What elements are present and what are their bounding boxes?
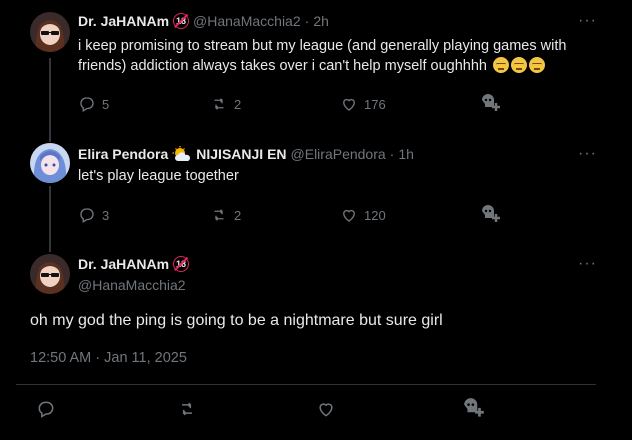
display-name[interactable]: Dr. JaHANAm — [78, 13, 169, 29]
relieved-face-emoji-icon — [511, 57, 528, 73]
focused-tweet-text: oh my god the ping is going to be a nigh… — [30, 312, 443, 329]
heart-icon — [319, 403, 333, 417]
like-count: 120 — [364, 207, 386, 223]
reply-icon — [80, 97, 94, 112]
more-options-icon[interactable]: ··· — [578, 145, 597, 163]
repost-icon — [214, 209, 224, 221]
like-button[interactable]: 120 — [340, 206, 480, 224]
grok-icon — [482, 94, 500, 111]
heart-icon — [343, 98, 355, 111]
avatar[interactable] — [30, 12, 70, 52]
post-time[interactable]: 2h — [313, 13, 329, 29]
more-options-icon[interactable]: ··· — [578, 255, 597, 273]
tweet-text: let's play league together — [78, 168, 239, 184]
tweet-text: i keep promising to stream but my league… — [78, 36, 598, 76]
tweet-actions: 5 2 176 — [78, 94, 508, 114]
age-18-badge-icon: 18 — [173, 13, 190, 29]
repost-icon — [182, 402, 192, 416]
relieved-face-emoji-icon — [529, 57, 546, 73]
reply-button[interactable]: 5 — [78, 95, 210, 113]
relieved-face-emoji-icon — [493, 57, 510, 73]
heart-icon — [343, 209, 355, 222]
sun-behind-cloud-icon — [172, 146, 191, 161]
repost-icon — [214, 98, 224, 110]
tweet-header: Dr. JaHANAm 18 — [78, 256, 190, 272]
handle[interactable]: @EliraPendora — [291, 146, 386, 162]
avatar[interactable] — [30, 143, 70, 183]
reply-count: 5 — [102, 96, 110, 112]
reply-count: 3 — [102, 207, 110, 223]
reply-icon — [80, 208, 94, 223]
repost-count: 2 — [234, 207, 242, 223]
display-name[interactable]: Elira Pendora — [78, 146, 168, 162]
grok-button[interactable] — [480, 205, 502, 225]
like-count: 176 — [364, 96, 386, 112]
reply-button[interactable]: 3 — [78, 206, 210, 224]
handle[interactable]: @HanaMacchia2 — [78, 277, 186, 293]
more-options-icon[interactable]: ··· — [578, 12, 597, 30]
divider — [16, 384, 596, 385]
grok-icon — [464, 398, 484, 417]
thread-line — [49, 186, 51, 252]
reply-icon — [38, 401, 54, 418]
handle-row: @HanaMacchia2 — [78, 277, 186, 293]
tweet-actions: 3 2 120 — [78, 205, 508, 225]
display-name[interactable]: Dr. JaHANAm — [78, 256, 169, 272]
grok-button[interactable] — [480, 94, 502, 114]
like-button[interactable] — [316, 399, 462, 419]
like-button[interactable]: 176 — [340, 95, 480, 113]
grok-icon — [482, 205, 500, 222]
grok-button[interactable] — [462, 398, 486, 420]
repost-count: 2 — [234, 96, 242, 112]
reply-button[interactable] — [36, 399, 176, 419]
tweet-header: Elira Pendora NIJISANJI EN @EliraPendora… — [78, 146, 414, 162]
separator: · — [304, 13, 310, 29]
repost-button[interactable]: 2 — [210, 206, 340, 224]
age-18-badge-icon: 18 — [173, 256, 190, 272]
timestamp[interactable]: 12:50 AM · Jan 11, 2025 — [30, 350, 187, 366]
repost-button[interactable] — [176, 399, 316, 419]
repost-button[interactable]: 2 — [210, 95, 340, 113]
avatar[interactable] — [30, 254, 70, 294]
handle[interactable]: @HanaMacchia2 — [193, 13, 301, 29]
org-label: NIJISANJI EN — [196, 146, 287, 162]
separator: · — [389, 146, 395, 162]
thread-line — [49, 58, 51, 142]
post-time[interactable]: 1h — [398, 146, 414, 162]
focused-actions — [36, 398, 486, 420]
tweet-header: Dr. JaHANAm 18 @HanaMacchia2 · 2h — [78, 13, 329, 29]
